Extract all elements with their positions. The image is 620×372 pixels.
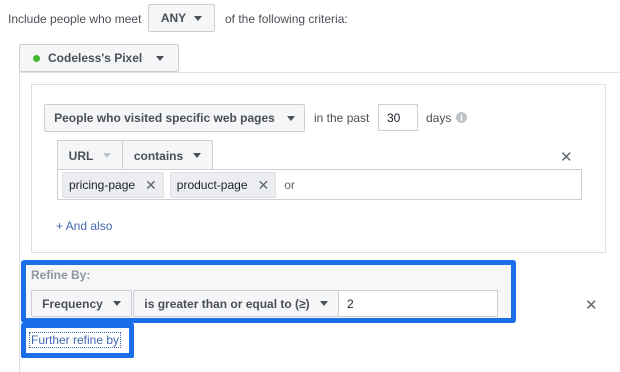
remove-tag-close-icon[interactable]: ✕: [145, 178, 157, 192]
pixel-source-label: Codeless's Pixel: [48, 51, 143, 65]
keyword-tag: pricing-page ✕: [62, 171, 164, 198]
refine-by-title: Refine By:: [31, 268, 91, 282]
criteria-suffix: of the following criteria:: [225, 12, 348, 26]
keyword-tag-label: product-page: [176, 177, 248, 192]
info-icon[interactable]: i: [456, 112, 467, 123]
keyword-tag: product-page ✕: [169, 171, 277, 198]
or-placeholder: or: [284, 177, 295, 192]
url-label: URL: [68, 148, 94, 163]
refine-metric-dropdown[interactable]: Frequency: [31, 290, 132, 317]
remove-filter-close-icon[interactable]: ✕: [560, 150, 573, 165]
remove-refine-close-icon[interactable]: ✕: [585, 298, 598, 313]
url-filter-row: URL contains: [57, 140, 213, 170]
chevron-down-icon: [112, 301, 121, 306]
chevron-down-icon: [194, 15, 203, 21]
refine-metric-label: Frequency: [42, 296, 103, 311]
chevron-down-icon: [319, 301, 328, 306]
match-dropdown[interactable]: ANY: [148, 4, 215, 32]
refine-comparator-label: is greater than or equal to (≥): [144, 296, 310, 311]
and-also-link[interactable]: + And also: [56, 218, 112, 234]
days-input[interactable]: [378, 104, 418, 131]
visit-type-dropdown[interactable]: People who visited specific web pages: [44, 104, 305, 132]
chevron-down-icon: [156, 55, 165, 61]
chevron-down-icon: [286, 115, 295, 121]
status-dot-icon: [33, 54, 40, 62]
operator-label: contains: [133, 148, 184, 163]
days-label: days: [426, 111, 452, 125]
chevron-down-icon: [103, 153, 112, 158]
url-dropdown[interactable]: URL: [58, 141, 123, 170]
refine-value-input[interactable]: [338, 290, 498, 317]
pixel-source-dropdown[interactable]: Codeless's Pixel: [19, 44, 179, 72]
visit-type-label: People who visited specific web pages: [54, 111, 275, 125]
in-the-past-label: in the past: [314, 111, 370, 125]
match-value: ANY: [160, 11, 187, 25]
further-refine-link[interactable]: Further refine by: [29, 332, 122, 348]
criteria-prefix: Include people who meet: [8, 12, 142, 26]
remove-tag-close-icon[interactable]: ✕: [258, 178, 270, 192]
operator-dropdown[interactable]: contains: [123, 141, 212, 170]
chevron-down-icon: [193, 153, 202, 158]
keyword-tag-label: pricing-page: [69, 177, 136, 192]
url-keywords-field[interactable]: pricing-page ✕ product-page ✕ or: [57, 169, 582, 200]
refine-comparator-dropdown[interactable]: is greater than or equal to (≥): [133, 290, 339, 317]
